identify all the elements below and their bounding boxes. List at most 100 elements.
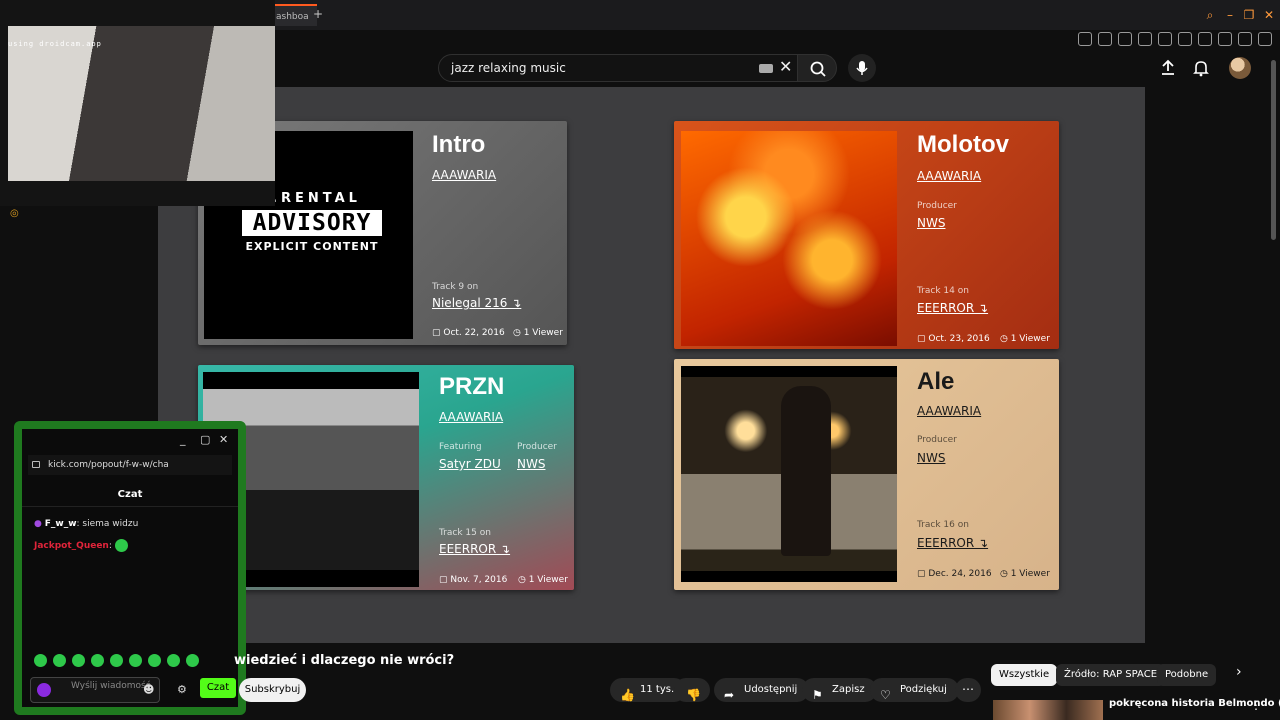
download-icon[interactable] <box>1218 32 1232 46</box>
emote-icon[interactable] <box>167 654 180 667</box>
search-icon[interactable]: ⌕ <box>1202 7 1218 23</box>
dislike-button[interactable]: 👎 <box>674 678 710 702</box>
person-silhouette <box>781 386 831 556</box>
subscribe-button[interactable]: Subskrybuj <box>239 678 306 702</box>
extension-toolbar <box>1070 30 1280 46</box>
emote-icon[interactable] <box>91 654 104 667</box>
send-button[interactable]: Czat <box>200 678 236 698</box>
settings-icon[interactable] <box>1158 32 1172 46</box>
search-button[interactable] <box>797 54 837 82</box>
producer-label: Producer <box>517 442 557 452</box>
lock-icon <box>32 461 40 468</box>
song-title: Intro <box>432 131 486 158</box>
artist-link[interactable]: AAAWARIA <box>917 169 981 183</box>
producer-link[interactable]: NWS <box>917 216 945 230</box>
keyboard-icon[interactable] <box>759 64 773 73</box>
song-card-molotov[interactable]: Molotov AAAWARIA Producer NWS Track 14 o… <box>674 121 1059 349</box>
producer-link[interactable]: NWS <box>917 451 945 465</box>
emote-icon[interactable] <box>34 654 47 667</box>
webcam-watermark: using droidcam.app <box>8 40 102 48</box>
song-card-przn[interactable]: PRZN AAAWARIA Featuring Satyr ZDU Produc… <box>198 365 574 590</box>
album-link[interactable]: Nielegal 216 ↴ <box>432 296 521 310</box>
bell-icon[interactable] <box>1191 58 1211 78</box>
producer-label: Producer <box>917 201 957 211</box>
emote-icon[interactable] <box>186 654 199 667</box>
featuring-link[interactable]: Satyr ZDU <box>439 457 501 471</box>
page-scrollbar[interactable] <box>1271 60 1276 240</box>
emote-icon[interactable] <box>110 654 123 667</box>
profile-icon[interactable] <box>1198 32 1212 46</box>
album-cover-ale <box>681 366 897 582</box>
album-link[interactable]: EEERROR ↴ <box>439 542 510 556</box>
emote-icon[interactable] <box>72 654 85 667</box>
thumbs-up-icon: 👍 <box>620 688 635 702</box>
emoji-icon[interactable]: ☻ <box>143 683 154 696</box>
webcam-overlay: using droidcam.app <box>0 0 275 206</box>
chat-input[interactable]: Wyślij wiadomość <box>30 677 160 703</box>
battery-icon[interactable] <box>1238 32 1252 46</box>
close-icon[interactable]: ✕ <box>1261 7 1277 23</box>
maximize-icon[interactable]: ▢ <box>200 433 210 446</box>
chip-all[interactable]: Wszystkie <box>991 664 1058 686</box>
heart-icon[interactable] <box>1138 32 1152 46</box>
more-actions-button[interactable]: ⋯ <box>955 678 981 702</box>
extension-icon[interactable] <box>1178 32 1192 46</box>
chat-title: Czat <box>117 489 143 500</box>
search-query: jazz relaxing music <box>451 61 566 75</box>
viewer-count: ◷ 1 Viewer <box>1000 569 1050 579</box>
kick-chat-popout: _ ▢ ✕ kick.com/popout/f-w-w/cha Czat ● F… <box>14 421 246 715</box>
webcam-feed <box>8 26 275 181</box>
screenshot-icon[interactable] <box>1098 32 1112 46</box>
bookmark-icon: ⚑ <box>812 688 823 702</box>
divider <box>22 506 238 507</box>
track-label: Track 16 on <box>917 520 969 530</box>
pin-icon[interactable] <box>1078 32 1092 46</box>
share-icon: ➦ <box>724 688 735 702</box>
chip-source[interactable]: Źródło: RAP SPACE <box>1056 664 1166 686</box>
new-tab-button[interactable]: + <box>312 8 324 20</box>
related-menu-icon[interactable]: ⋮ <box>1250 698 1262 712</box>
close-icon[interactable]: ✕ <box>219 433 228 446</box>
shield-icon[interactable] <box>1118 32 1132 46</box>
gear-icon[interactable]: ⚙ <box>177 683 187 696</box>
mic-icon[interactable] <box>37 683 51 697</box>
producer-link[interactable]: NWS <box>517 457 545 471</box>
song-title: PRZN <box>439 373 505 400</box>
song-title: Ale <box>917 368 955 395</box>
search-input[interactable]: jazz relaxing music ✕ <box>438 54 798 82</box>
kick-logo-icon[interactable]: ◎ <box>10 208 19 219</box>
related-video-thumbnail[interactable] <box>993 700 1103 720</box>
save-button[interactable]: ⚑ Zapisz <box>802 678 877 702</box>
emote-icon[interactable] <box>53 654 66 667</box>
track-label: Track 9 on <box>432 282 479 292</box>
upload-icon[interactable] <box>1158 58 1178 78</box>
emote-icon[interactable] <box>148 654 161 667</box>
album-cover-molotov <box>681 131 897 346</box>
chevron-right-icon[interactable]: › <box>1236 664 1242 680</box>
thanks-button[interactable]: ♡ Podziękuj <box>870 678 959 702</box>
minimize-icon[interactable]: _ <box>180 433 186 446</box>
emote-icon[interactable] <box>129 654 142 667</box>
track-label: Track 14 on <box>917 286 969 296</box>
minimize-icon[interactable]: – <box>1222 7 1238 23</box>
menu-icon[interactable] <box>1258 32 1272 46</box>
voice-search-button[interactable] <box>848 54 876 82</box>
artist-link[interactable]: AAAWARIA <box>917 404 981 418</box>
browser-tab[interactable]: ashboa <box>268 4 317 26</box>
restore-icon[interactable]: ❐ <box>1241 7 1257 23</box>
release-date: ▢ Nov. 7, 2016 <box>439 575 508 585</box>
share-button[interactable]: ➦ Udostępnij <box>714 678 810 702</box>
emote-icon <box>114 539 128 552</box>
chat-message: Jackpot_Queen: <box>34 539 128 552</box>
artist-link[interactable]: AAAWARIA <box>432 168 496 182</box>
popout-url-bar[interactable]: kick.com/popout/f-w-w/cha <box>28 455 232 475</box>
chat-message: ● F_w_w: siema widzu <box>34 519 139 529</box>
song-card-ale[interactable]: Ale AAAWARIA Producer NWS Track 16 on EE… <box>674 359 1059 590</box>
avatar[interactable] <box>1229 57 1251 79</box>
album-link[interactable]: EEERROR ↴ <box>917 536 988 550</box>
chip-similar[interactable]: Podobne <box>1157 664 1217 686</box>
album-link[interactable]: EEERROR ↴ <box>917 301 988 315</box>
clear-search-icon[interactable]: ✕ <box>779 57 792 76</box>
artist-link[interactable]: AAAWARIA <box>439 410 503 424</box>
release-date: ▢ Oct. 23, 2016 <box>917 334 990 344</box>
